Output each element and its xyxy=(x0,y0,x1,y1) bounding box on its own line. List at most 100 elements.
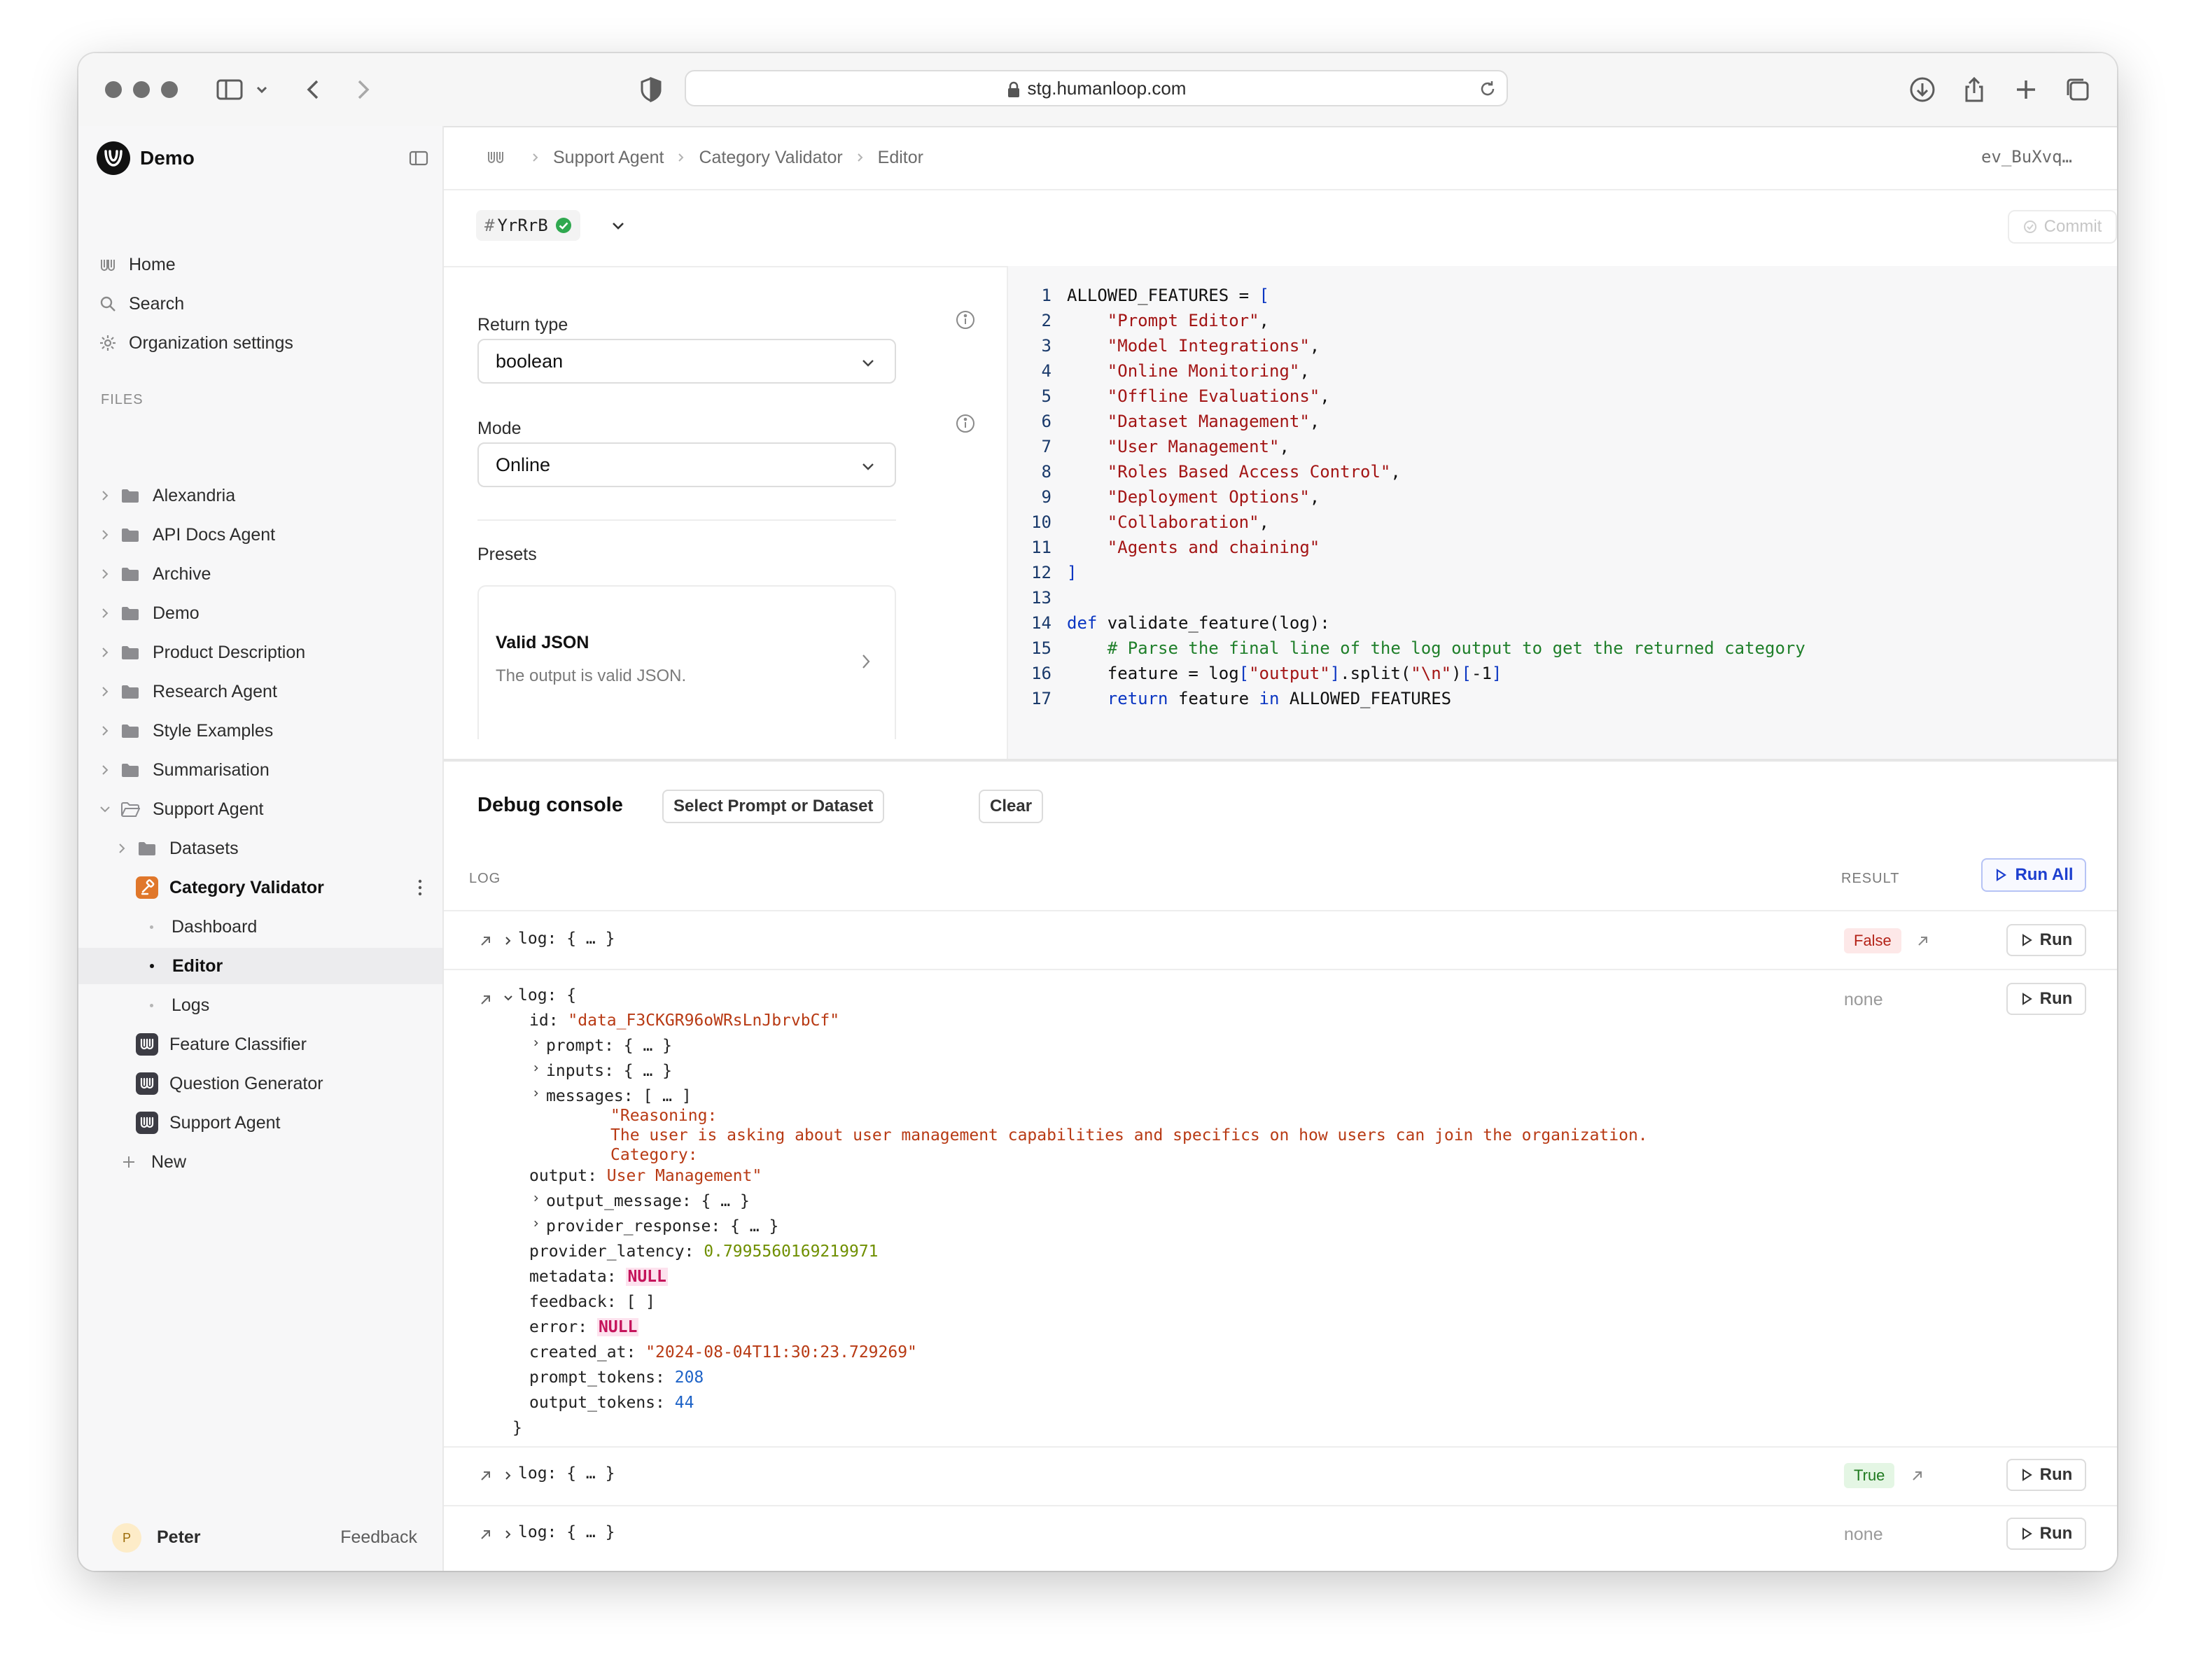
log-field-inputs[interactable]: inputs: { … } xyxy=(546,1058,672,1084)
select-prompt-or-dataset-button[interactable]: Select Prompt or Dataset xyxy=(662,790,885,823)
sidebar-item-dashboard[interactable]: Dashboard xyxy=(78,909,442,945)
breadcrumb-category-validator[interactable]: Category Validator xyxy=(699,148,842,168)
forward-arrow-icon[interactable] xyxy=(349,74,377,105)
chevron-down-icon[interactable] xyxy=(98,802,112,816)
chevron-right-icon[interactable] xyxy=(503,1529,514,1540)
share-icon[interactable] xyxy=(1959,74,1990,105)
sidebar-item-feature-classifier[interactable]: Feature Classifier xyxy=(78,1026,442,1063)
chevron-right-icon[interactable] xyxy=(98,763,112,777)
commit-button[interactable]: Commit xyxy=(2008,210,2117,244)
code-line[interactable]: 8 "Roles Based Access Control", xyxy=(1008,459,2117,484)
mode-select[interactable]: Online xyxy=(477,442,896,487)
run-button[interactable]: Run xyxy=(2006,983,2086,1015)
breadcrumb-support-agent[interactable]: Support Agent xyxy=(553,148,664,168)
sidebar-item-alexandria[interactable]: Alexandria xyxy=(78,477,442,514)
preset-card-valid-json[interactable]: Valid JSON The output is valid JSON. xyxy=(477,585,896,739)
info-icon[interactable] xyxy=(955,309,976,330)
code-line[interactable]: 14 def validate_feature(log): xyxy=(1008,610,2117,636)
chevron-right-icon[interactable] xyxy=(98,528,112,542)
address-bar[interactable]: stg.humanloop.com xyxy=(685,70,1508,106)
run-button[interactable]: Run xyxy=(2006,1518,2086,1550)
code-line[interactable]: 16 feature = log["output"].split("\n")[-… xyxy=(1008,661,2117,686)
chevron-right-icon[interactable] xyxy=(532,1219,540,1228)
code-line[interactable]: 15 # Parse the final line of the log out… xyxy=(1008,636,2117,661)
chevron-right-icon[interactable] xyxy=(98,724,112,738)
code-editor[interactable]: 1 ALLOWED_FEATURES = [2 "Prompt Editor", 3… xyxy=(1008,266,2117,759)
code-line[interactable]: 12] xyxy=(1008,560,2117,585)
open-external-icon[interactable] xyxy=(1910,1468,1925,1483)
chevron-right-icon[interactable] xyxy=(503,1470,514,1481)
log-field-prompt[interactable]: prompt: { … } xyxy=(546,1033,672,1058)
run-button[interactable]: Run xyxy=(2006,924,2086,956)
run-all-button[interactable]: Run All xyxy=(1981,858,2086,892)
open-external-icon[interactable] xyxy=(1915,933,1931,948)
sidebar-item-style-examples[interactable]: Style Examples xyxy=(78,713,442,749)
log-field-output-message[interactable]: output_message: { … } xyxy=(546,1189,750,1214)
sidebar-item-category-validator[interactable]: Category Validator xyxy=(78,869,442,906)
chevron-down-icon[interactable] xyxy=(253,74,270,105)
collapse-sidebar-icon[interactable] xyxy=(409,150,428,167)
nav-organization-settings[interactable]: Organization settings xyxy=(98,326,293,360)
sidebar-toggle-icon[interactable] xyxy=(214,74,245,105)
code-line[interactable]: 7 "User Management", xyxy=(1008,434,2117,459)
user-name[interactable]: Peter xyxy=(157,1527,201,1548)
sidebar-item-product-description[interactable]: Product Description xyxy=(78,634,442,671)
sidebar-item-research-agent[interactable]: Research Agent xyxy=(78,673,442,710)
sidebar-item-archive[interactable]: Archive xyxy=(78,556,442,592)
sidebar-item-question-generator[interactable]: Question Generator xyxy=(78,1065,442,1102)
close-window-button[interactable] xyxy=(105,81,122,98)
chevron-right-icon[interactable] xyxy=(115,841,129,855)
chevron-right-icon[interactable] xyxy=(532,1089,540,1098)
chevron-right-icon[interactable] xyxy=(98,685,112,699)
log-field-messages[interactable]: messages: [ … ] xyxy=(546,1084,692,1109)
version-chip[interactable]: # YrRrB xyxy=(476,210,580,241)
sidebar-item-summarisation[interactable]: Summarisation xyxy=(78,752,442,788)
reload-icon[interactable] xyxy=(1479,80,1497,98)
nav-search[interactable]: Search xyxy=(98,287,184,321)
code-line[interactable]: 10 "Collaboration", xyxy=(1008,510,2117,535)
code-line[interactable]: 4 "Online Monitoring", xyxy=(1008,358,2117,384)
open-external-icon[interactable] xyxy=(477,1526,494,1543)
code-line[interactable]: 13 xyxy=(1008,585,2117,610)
workspace-name[interactable]: Demo xyxy=(140,147,195,169)
log-summary[interactable]: log: { … } xyxy=(518,930,615,948)
code-line[interactable]: 1 ALLOWED_FEATURES = [ xyxy=(1008,283,2117,308)
tab-overview-icon[interactable] xyxy=(2062,74,2093,105)
chevron-right-icon[interactable] xyxy=(532,1039,540,1047)
sidebar-item-logs[interactable]: Logs xyxy=(78,987,442,1023)
code-line[interactable]: 5 "Offline Evaluations", xyxy=(1008,384,2117,409)
code-line[interactable]: 6 "Dataset Management", xyxy=(1008,409,2117,434)
chevron-right-icon[interactable] xyxy=(98,606,112,620)
chevron-down-icon[interactable] xyxy=(609,217,627,235)
run-button[interactable]: Run xyxy=(2006,1459,2086,1491)
code-line[interactable]: 2 "Prompt Editor", xyxy=(1008,308,2117,333)
code-line[interactable]: 3 "Model Integrations", xyxy=(1008,333,2117,358)
zoom-window-button[interactable] xyxy=(161,81,178,98)
shield-icon[interactable] xyxy=(637,74,665,105)
chevron-right-icon[interactable] xyxy=(98,489,112,503)
more-options-icon[interactable] xyxy=(417,878,423,897)
clear-button[interactable]: Clear xyxy=(979,790,1044,823)
log-summary[interactable]: log: { … } xyxy=(518,1464,615,1483)
sidebar-item-api-docs-agent[interactable]: API Docs Agent xyxy=(78,517,442,553)
chevron-right-icon[interactable] xyxy=(532,1194,540,1203)
code-line[interactable]: 11 "Agents and chaining" xyxy=(1008,535,2117,560)
code-line[interactable]: 9 "Deployment Options", xyxy=(1008,484,2117,510)
chevron-right-icon[interactable] xyxy=(98,645,112,659)
sidebar-item-new[interactable]: New xyxy=(78,1144,442,1180)
sidebar-item-editor[interactable]: Editor xyxy=(78,948,442,984)
evaluator-id[interactable]: ev_BuXvq… xyxy=(1981,147,2072,167)
info-icon[interactable] xyxy=(955,413,976,434)
chevron-down-icon[interactable] xyxy=(503,993,514,1004)
open-external-icon[interactable] xyxy=(477,1467,494,1484)
breadcrumb-editor[interactable]: Editor xyxy=(878,148,923,168)
new-tab-icon[interactable] xyxy=(2011,74,2041,105)
download-icon[interactable] xyxy=(1907,74,1938,105)
code-line[interactable]: 17 return feature in ALLOWED_FEATURES xyxy=(1008,686,2117,711)
sidebar-item-support-agent[interactable]: Support Agent xyxy=(78,1105,442,1141)
humanloop-icon[interactable] xyxy=(486,148,507,167)
chevron-right-icon[interactable] xyxy=(532,1064,540,1072)
humanloop-logo[interactable] xyxy=(97,141,130,175)
feedback-link[interactable]: Feedback xyxy=(340,1527,417,1548)
return-type-select[interactable]: boolean xyxy=(477,339,896,384)
